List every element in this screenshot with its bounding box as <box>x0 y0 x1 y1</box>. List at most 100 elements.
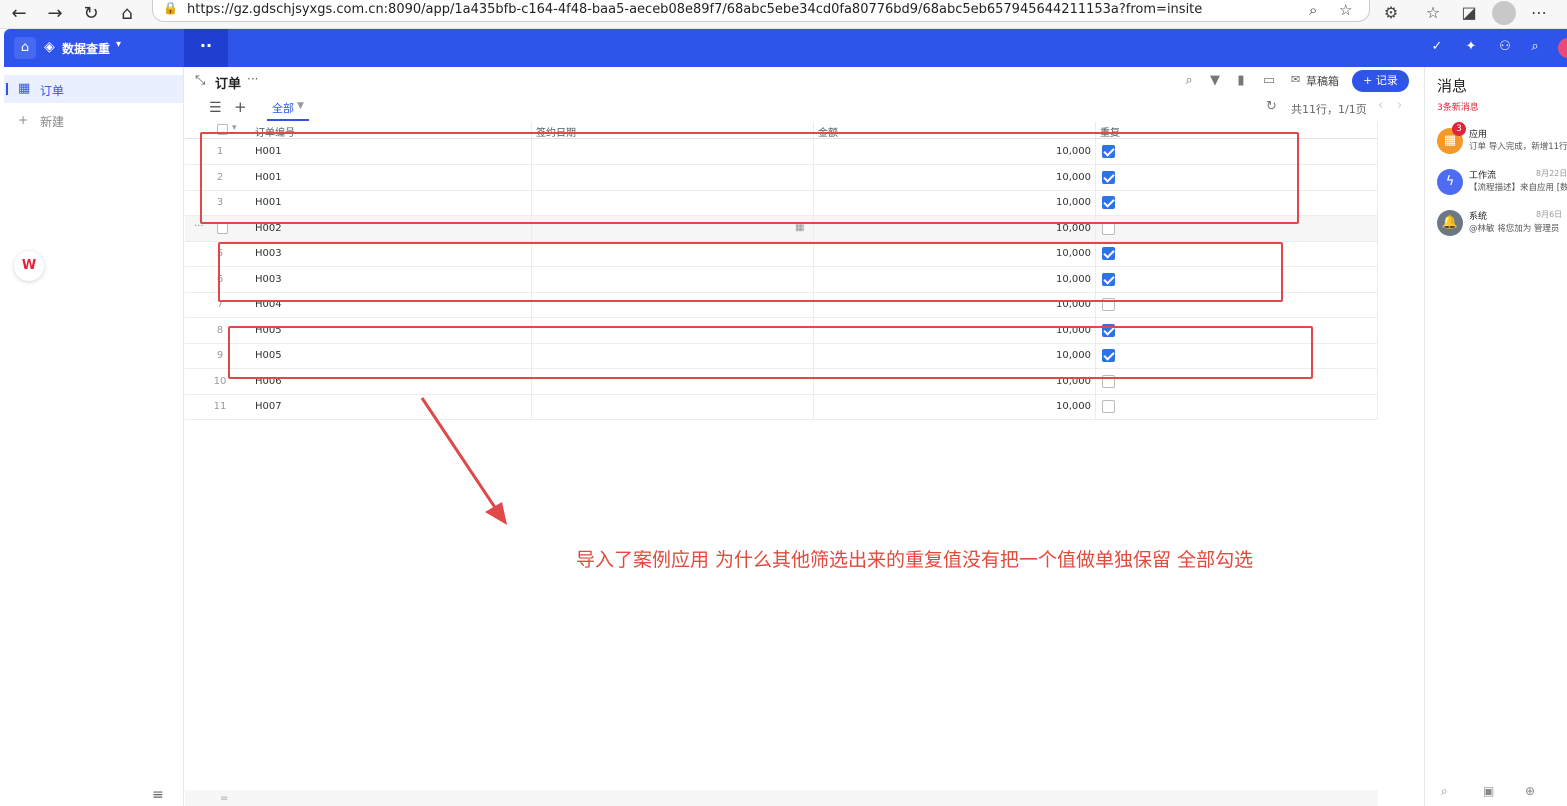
lock-icon: 🔒 <box>163 1 178 15</box>
amount-cell[interactable]: 10,000 <box>965 401 1091 412</box>
column-divider <box>1377 394 1378 419</box>
drag-handle-icon[interactable]: = <box>220 793 228 804</box>
add-view-icon[interactable]: + <box>234 98 247 116</box>
column-divider <box>1377 122 1378 138</box>
page-title: 订单 <box>215 77 242 92</box>
url-text[interactable]: https://gz.gdschjsyxgs.com.cn:8090/app/1… <box>187 2 1202 17</box>
expand-icon[interactable]: ⤡ <box>195 73 205 88</box>
column-divider <box>1377 266 1378 292</box>
sidebar: ▦ 订单 + 新建 W ≡ <box>4 67 184 806</box>
sidebar-new-button[interactable]: 新建 <box>40 113 64 130</box>
app-header: ⌂ ◈ 数据查重 ▾ ·· ✓ ✦ ⚇ ⌕ <box>4 29 1567 67</box>
extensions-icon[interactable]: ⚙ <box>1380 3 1402 22</box>
more-icon[interactable]: ··· <box>247 72 258 86</box>
users-icon[interactable]: ⚇ <box>1496 39 1514 54</box>
forward-icon[interactable]: → <box>44 3 66 25</box>
drafts-button[interactable]: 草稿箱 <box>1306 73 1339 89</box>
duplicate-checkbox[interactable] <box>1102 400 1115 413</box>
message-sender: 系统 <box>1469 212 1488 222</box>
column-divider <box>1377 368 1378 394</box>
active-indicator <box>6 83 8 95</box>
filter-icon[interactable]: ▼ <box>1207 73 1223 88</box>
plus-icon[interactable]: + <box>18 113 28 127</box>
message-preview: @林敏 将您加为 管理员 <box>1469 224 1560 234</box>
sidebar-item-label: 订单 <box>40 84 65 98</box>
menu-list-icon[interactable]: ☰ <box>209 100 222 116</box>
comment-icon[interactable]: ▭ <box>1261 73 1277 88</box>
message-preview: 【流程描述】来自应用 [数 <box>1469 183 1567 193</box>
order-number-cell[interactable]: H007 <box>255 401 282 412</box>
back-icon[interactable]: ← <box>8 3 30 25</box>
message-date: 8月22日 <box>1536 169 1567 178</box>
chart-icon[interactable]: ▮ <box>1233 73 1249 88</box>
bell-icon: 🔔 <box>1437 210 1463 236</box>
column-divider <box>1377 241 1378 266</box>
message-panel-title: 消息 <box>1437 77 1468 95</box>
collapse-sidebar-icon[interactable]: ≡ <box>152 787 164 803</box>
annotation-text: 导入了案例应用 为什么其他筛选出来的重复值没有把一个值做单独保留 全部勾选 <box>576 549 1254 571</box>
column-divider <box>1377 164 1378 190</box>
address-bar[interactable]: 🔒 https://gz.gdschjsyxgs.com.cn:8090/app… <box>152 0 1370 22</box>
profile-avatar[interactable] <box>1492 1 1516 25</box>
favorite-star-icon[interactable]: ☆ <box>1339 1 1352 19</box>
tab-all[interactable]: 全部 <box>272 100 294 116</box>
message-item[interactable]: 🔔 系统 8月6日 @林敏 将您加为 管理员 <box>1425 208 1567 246</box>
table-row[interactable]: 11 H007 10,000 <box>185 394 1378 420</box>
column-divider <box>1377 139 1378 164</box>
favorites-icon[interactable]: ☆ <box>1422 3 1444 22</box>
zoom-icon[interactable]: ⌕ <box>1309 1 1317 19</box>
reload-icon[interactable]: ↻ <box>80 3 102 25</box>
message-sender: 应用 <box>1469 130 1488 140</box>
next-page-icon[interactable]: › <box>1397 98 1402 113</box>
column-divider <box>531 394 532 419</box>
order-number-cell[interactable]: H002 <box>255 223 282 234</box>
table-footer: = <box>185 790 1378 806</box>
chevron-down-icon[interactable]: ▾ <box>116 39 121 50</box>
amount-cell[interactable]: 10,000 <box>965 223 1091 234</box>
browser-extension-icon[interactable]: ◪ <box>1458 3 1480 22</box>
add-record-button[interactable]: + 记录 <box>1352 70 1409 92</box>
refresh-icon[interactable]: ↻ <box>1266 99 1277 114</box>
home-icon[interactable]: ⌂ <box>116 3 138 25</box>
search-icon[interactable]: ⌕ <box>1526 39 1544 54</box>
contacts-icon[interactable]: ▣ <box>1483 784 1494 798</box>
column-divider <box>1377 292 1378 317</box>
message-item[interactable]: ▦ 3 应用 订单 导入完成，新增11行 <box>1425 122 1567 164</box>
new-message-count: 3条新消息 <box>1437 103 1479 113</box>
unread-badge: 3 <box>1452 122 1466 136</box>
message-panel: 消息 3条新消息 ▦ 3 应用 订单 导入完成，新增11行 ϟ 工作流 8月22日 【流程描述… <box>1424 67 1567 806</box>
column-divider <box>1377 215 1378 241</box>
column-divider <box>1377 317 1378 343</box>
annotation-box-h005 <box>228 326 1313 379</box>
column-divider <box>813 394 814 419</box>
tab-active-underline <box>267 119 309 121</box>
annotation-box-h003 <box>218 242 1283 302</box>
annotation-arrow <box>420 397 507 525</box>
sidebar-item-orders[interactable]: ▦ 订单 <box>4 75 183 103</box>
user-avatar[interactable] <box>1558 38 1567 58</box>
add-chat-icon[interactable]: ⊕ <box>1525 784 1535 798</box>
row-select-checkbox[interactable] <box>217 222 228 234</box>
workflow-bolt-icon: ϟ <box>1437 169 1463 195</box>
browser-toolbar: ← → ↻ ⌂ 🔒 https://gz.gdschjsyxgs.com.cn:… <box>0 0 1567 29</box>
search-icon[interactable]: ⌕ <box>1441 784 1448 799</box>
annotation-box-h001 <box>200 132 1299 224</box>
wps-icon[interactable]: W <box>14 251 44 281</box>
table-icon: ▦ <box>18 81 31 96</box>
app-home-icon[interactable]: ⌂ <box>14 37 36 59</box>
inbox-icon: ✉ <box>1291 73 1301 86</box>
check-circle-icon[interactable]: ✓ <box>1428 39 1446 54</box>
message-item[interactable]: ϟ 工作流 8月22日 【流程描述】来自应用 [数 <box>1425 167 1567 205</box>
page-info: 共11行，1/1页 <box>1291 103 1367 116</box>
column-divider <box>1377 190 1378 215</box>
magic-icon[interactable]: ✦ <box>1462 39 1480 54</box>
message-preview: 订单 导入完成，新增11行 <box>1469 142 1567 152</box>
more-menu-icon[interactable]: ⋯ <box>1528 3 1550 22</box>
app-switcher-button[interactable]: ·· <box>184 29 228 67</box>
search-icon[interactable]: ⌕ <box>1181 73 1197 88</box>
chevron-down-icon[interactable]: ▼ <box>297 101 304 111</box>
app-name[interactable]: 数据查重 <box>62 40 110 57</box>
prev-page-icon[interactable]: ‹ <box>1378 98 1383 113</box>
column-divider <box>1377 343 1378 368</box>
app-logo-icon: ◈ <box>44 39 55 55</box>
